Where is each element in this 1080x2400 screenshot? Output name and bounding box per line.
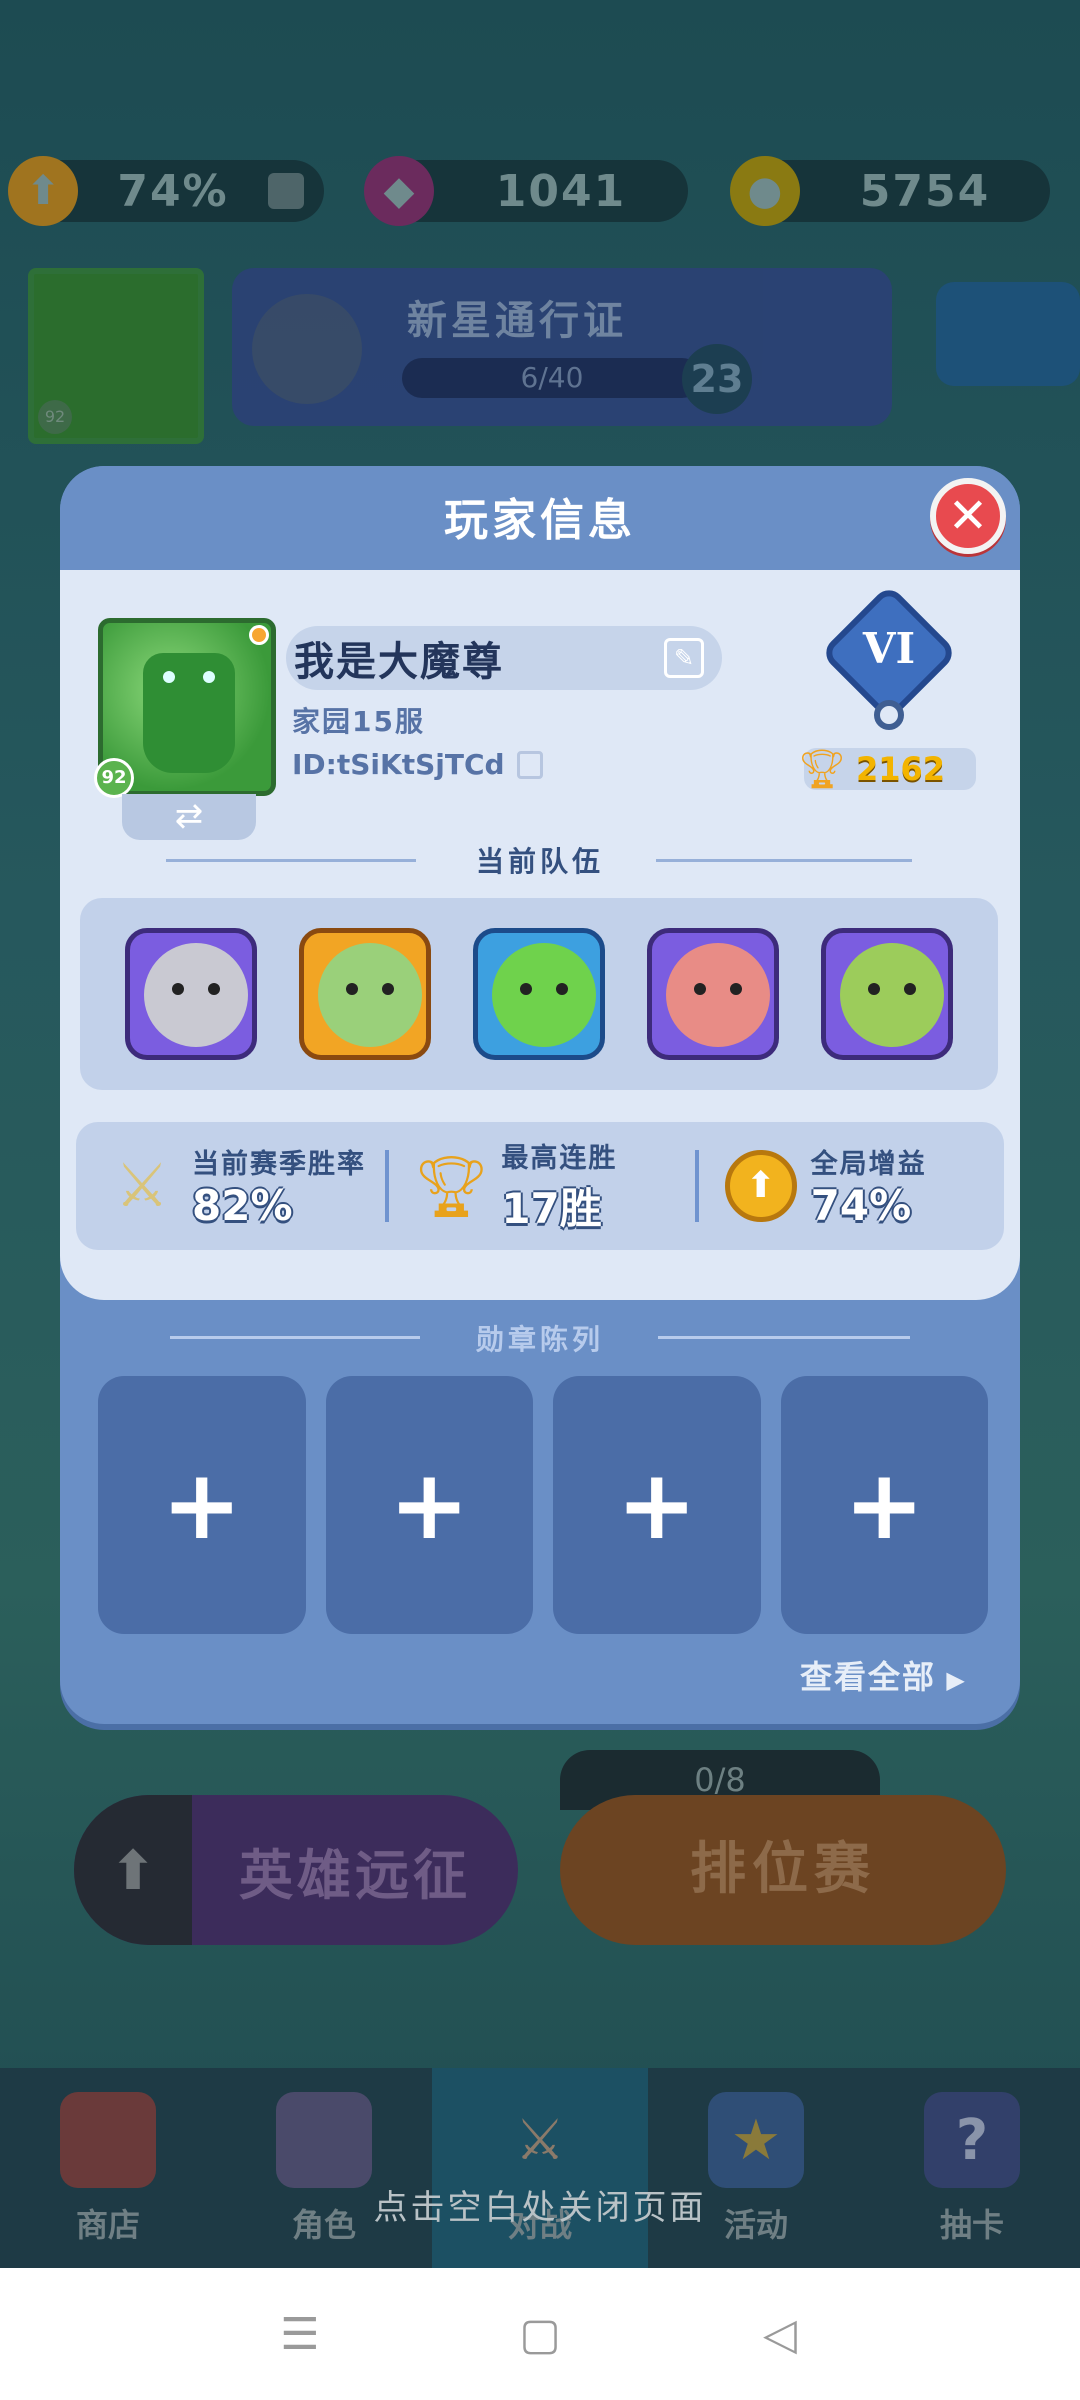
modal-title: 玩家信息 [60,466,1020,570]
player-info-panel: 92 ⇄ 我是大魔尊 ✎ 家园15服 ID:tSiKtSjTCd VI 🏆︎ 2… [60,570,1020,1300]
divider [170,1336,420,1339]
medals-title: 勋章陈列 [475,1323,604,1356]
view-all-link[interactable]: 查看全部 [800,1652,967,1698]
tab-shop[interactable]: 商店 [0,2068,216,2268]
rank-badge: VI [819,583,959,730]
tab-events[interactable]: ★ 活动 [648,2068,864,2268]
team-hero-goblin[interactable] [821,928,953,1060]
boost-icon: ⬆ [721,1146,801,1226]
boost-resource[interactable]: ⬆ 74% [8,156,324,226]
trophy-icon: 🏆︎ [413,1151,490,1222]
close-button[interactable]: ✕ [930,478,1006,554]
notification-dot [249,625,269,645]
tab-gacha[interactable]: ? 抽卡 [864,2068,1080,2268]
background-avatar[interactable]: 92 [28,268,204,444]
pass-progress: 6/40 [402,358,702,398]
tab-battle[interactable]: ⚔ 对战 [432,2068,648,2268]
team-hero-king[interactable] [299,928,431,1060]
medal-slot-add[interactable]: + [553,1376,761,1634]
character-icon [276,2092,372,2188]
divider [656,859,912,862]
robot-portrait [143,653,235,773]
edit-icon[interactable]: ✎ [664,638,704,678]
medal-slot-add[interactable]: + [98,1376,306,1634]
pass-icon [252,294,362,404]
menu-button[interactable] [936,282,1080,386]
player-name: 我是大魔尊 [294,639,504,685]
star-shield-icon: ★ [708,2092,804,2188]
player-name-box: 我是大魔尊 ✎ [286,626,722,690]
pass-level: 23 [682,344,752,414]
info-icon[interactable] [268,173,304,209]
star-pass-banner[interactable]: 新星通行证 6/40 23 [232,268,892,426]
ranked-match-button[interactable]: 排位赛 [560,1795,1006,1945]
player-id: ID:tSiKtSjTCd [292,748,505,781]
coin-icon: ● [730,156,800,226]
medal-display: + + + + [98,1376,988,1636]
home-icon[interactable]: ▢ [510,2304,570,2364]
team-title: 当前队伍 [475,845,604,878]
player-id-row: ID:tSiKtSjTCd [292,748,543,781]
divider [166,859,416,862]
medal-slot-add[interactable]: + [325,1376,533,1634]
gem-resource[interactable]: ◆ 1041 [364,156,688,226]
swap-avatar-button[interactable]: ⇄ [122,794,256,840]
stat-max-streak: 🏆︎ 最高连胜 17胜 [385,1122,694,1250]
team-hero-knight[interactable] [125,928,257,1060]
gem-icon: ◆ [364,156,434,226]
shop-icon [60,2092,156,2188]
menu-icon[interactable]: ☰ [270,2304,330,2364]
swords-icon: ⚔ [514,2107,566,2173]
back-icon[interactable]: ◁ [750,2304,810,2364]
arrow-up-icon: ⬆ [74,1795,192,1945]
system-nav-bar: ☰ ▢ ◁ [0,2268,1080,2400]
current-team [80,898,998,1090]
swords-icon: ⚔ [115,1151,169,1221]
trophy-icon: 🏆︎ [798,747,847,791]
stats-bar: ⚔ 当前赛季胜率 82% 🏆︎ 最高连胜 17胜 ⬆ 全局增益 74% [76,1122,1004,1250]
player-server: 家园15服 [292,705,425,738]
team-hero-tree-warrior[interactable] [473,928,605,1060]
medal-slot-add[interactable]: + [780,1376,988,1634]
tab-characters[interactable]: 角色 [216,2068,432,2268]
team-hero-ogre[interactable] [647,928,779,1060]
player-info-modal: 玩家信息 92 ⇄ 我是大魔尊 ✎ 家园15服 ID:tSiKtSjTCd VI… [60,466,1020,1724]
stat-global-boost: ⬆ 全局增益 74% [694,1122,1004,1250]
mystery-card-icon: ? [924,2092,1020,2188]
trophy-count: 🏆︎ 2162 [798,747,976,791]
player-level-badge: 92 [94,758,134,798]
close-hint: 点击空白处关闭页面 [373,2188,707,2228]
divider [658,1336,910,1339]
bottom-nav: 商店 角色 ⚔ 对战 ★ 活动 ? 抽卡 [0,2068,1080,2268]
boost-icon: ⬆ [8,156,78,226]
coin-resource[interactable]: ● 5754 [730,156,1050,226]
stat-season-winrate: ⚔ 当前赛季胜率 82% [76,1122,385,1250]
copy-icon[interactable] [516,750,543,779]
hero-expedition-button[interactable]: ⬆ 英雄远征 [74,1795,518,1945]
